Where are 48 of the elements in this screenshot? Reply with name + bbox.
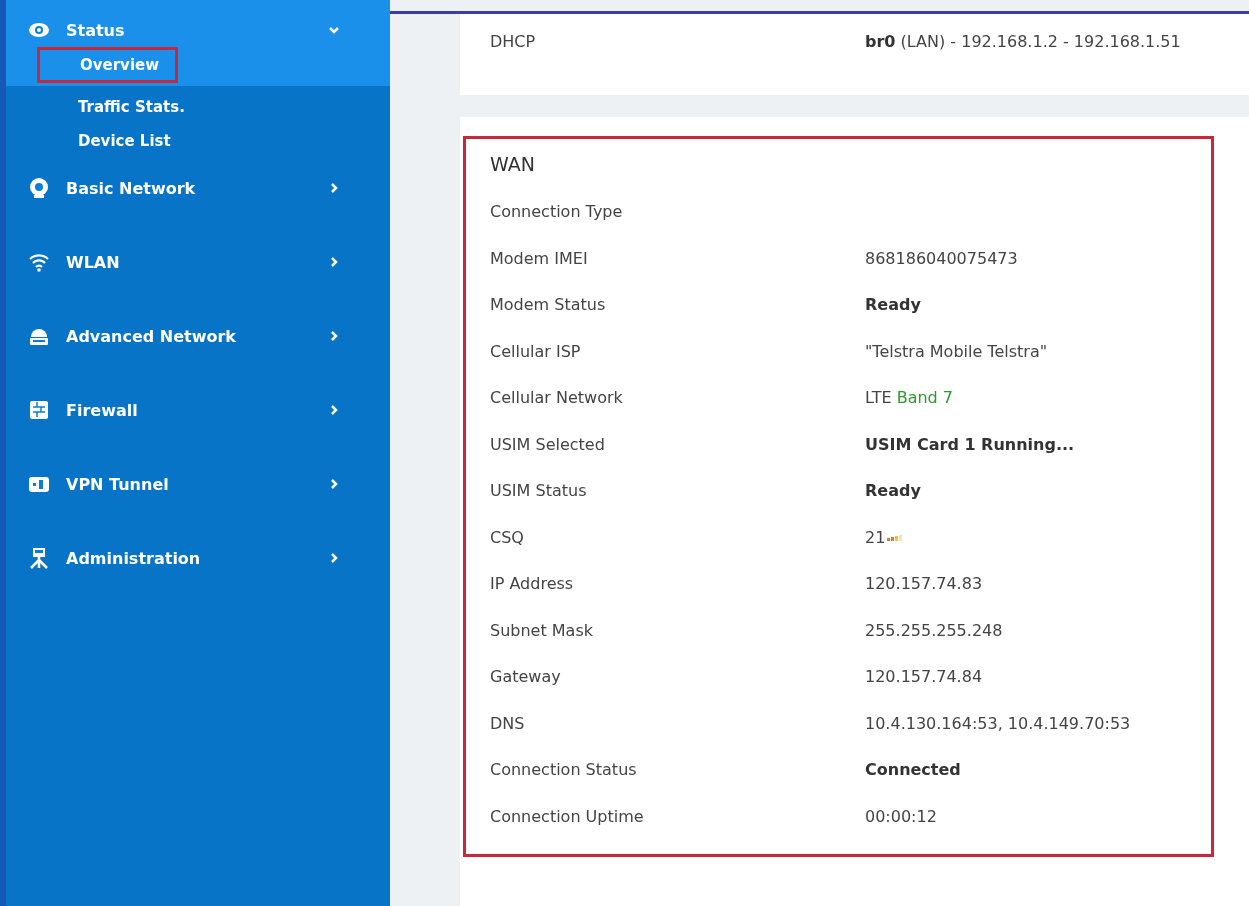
sidebar-item[interactable]: Status bbox=[6, 10, 390, 50]
sidebar-item[interactable]: VPN Tunnel bbox=[6, 464, 390, 504]
chevron-icon bbox=[328, 404, 340, 416]
field-label: Cellular ISP bbox=[490, 341, 582, 361]
field-value: 00:00:12 bbox=[865, 806, 937, 826]
field-label: USIM Selected bbox=[490, 434, 606, 454]
field-value: 21 bbox=[865, 527, 886, 547]
field-label: Cellular Network bbox=[490, 388, 624, 408]
field-value: 120.157.74.83 bbox=[865, 574, 983, 594]
field-value: Ready bbox=[865, 295, 921, 315]
field-label: Connection Status bbox=[490, 760, 638, 780]
section-title: WAN bbox=[490, 152, 536, 175]
field-value: 10.4.130.164:53, 10.4.149.70:53 bbox=[865, 713, 1131, 733]
chevron-icon bbox=[328, 24, 340, 36]
chevron-icon bbox=[328, 330, 340, 342]
field-value: USIM Card 1 Running... bbox=[865, 434, 1075, 454]
field-label: DHCP bbox=[490, 31, 537, 51]
field-value: "Telstra Mobile Telstra" bbox=[865, 341, 1048, 361]
field-label: Subnet Mask bbox=[490, 620, 594, 640]
sidebar-item[interactable]: WLAN bbox=[6, 242, 390, 282]
field-value: br0 (LAN) - 192.168.1.2 - 192.168.1.51 bbox=[865, 31, 1181, 51]
sidebar-item[interactable]: Advanced Network bbox=[6, 316, 390, 356]
chevron-icon bbox=[328, 552, 340, 564]
field-label: Connection Uptime bbox=[490, 806, 645, 826]
sidebar-item[interactable]: Administration bbox=[6, 538, 390, 578]
firewall-icon bbox=[28, 399, 50, 421]
wifi-icon bbox=[28, 251, 50, 273]
field-label: DNS bbox=[490, 713, 526, 733]
field-label: USIM Status bbox=[490, 481, 588, 501]
sidebar-item[interactable]: Basic Network bbox=[6, 168, 390, 208]
field-value: 255.255.255.248 bbox=[865, 620, 1003, 640]
field-label: CSQ bbox=[490, 527, 525, 547]
field-value: Ready bbox=[865, 481, 921, 501]
submenu-item[interactable]: Device List bbox=[38, 124, 181, 158]
field-label: Gateway bbox=[490, 667, 562, 687]
field-label: Modem IMEI bbox=[490, 248, 589, 268]
field-label: IP Address bbox=[490, 574, 575, 594]
chevron-icon bbox=[328, 256, 340, 268]
field-value: LTE Band 7 bbox=[865, 388, 954, 408]
sidebar-item[interactable]: Firewall bbox=[6, 390, 390, 430]
field-value: 120.157.74.84 bbox=[865, 667, 983, 687]
submenu-item[interactable]: Traffic Stats. bbox=[38, 90, 195, 124]
field-label: Modem Status bbox=[490, 295, 607, 315]
chevron-icon bbox=[328, 182, 340, 194]
field-value: 868186040075473 bbox=[865, 248, 1018, 268]
field-label: Connection Type bbox=[490, 202, 624, 222]
chevron-icon bbox=[328, 478, 340, 490]
field-value: Connected bbox=[865, 760, 961, 780]
